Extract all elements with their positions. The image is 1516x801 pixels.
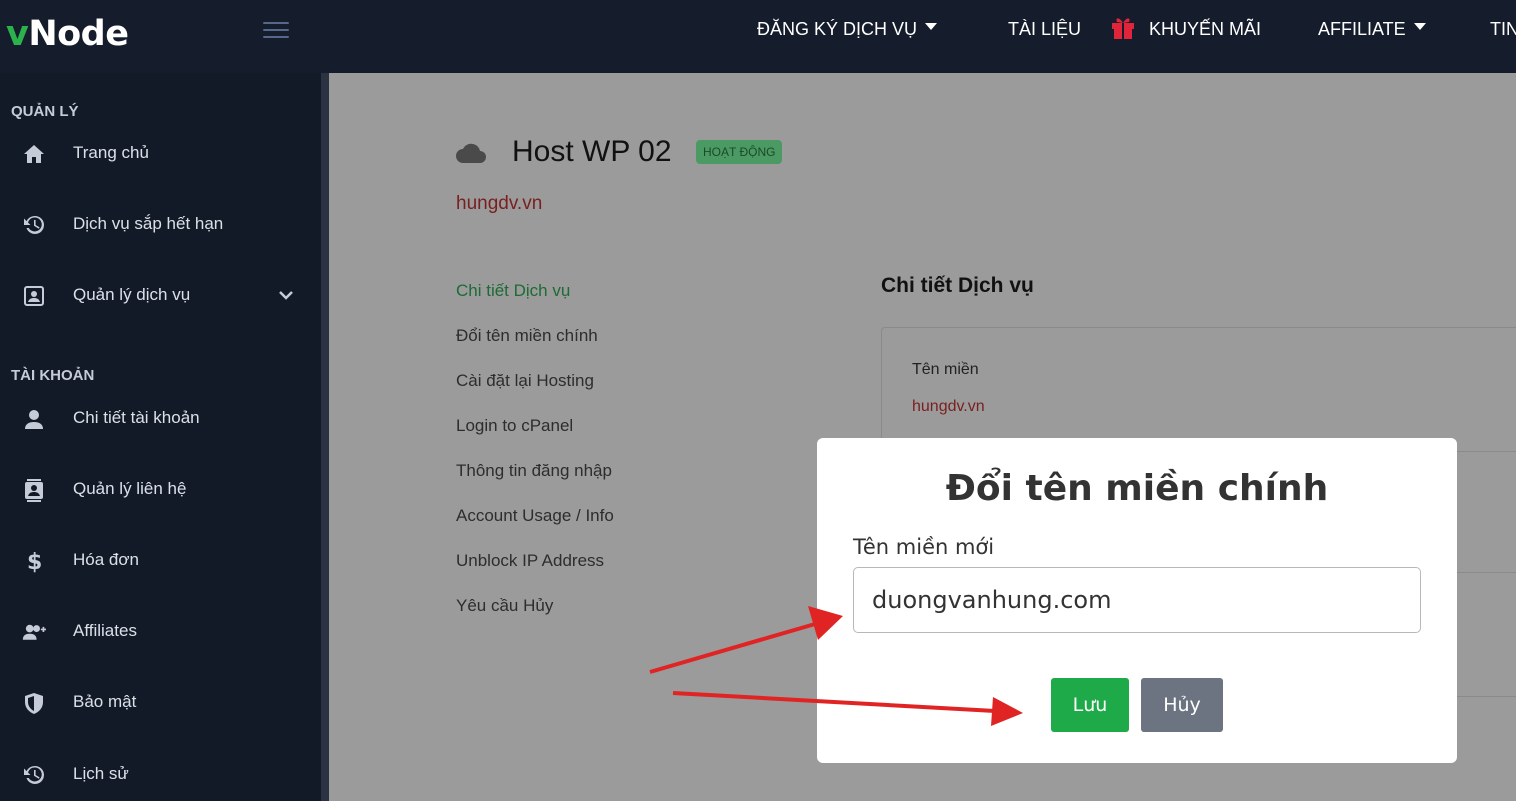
cancel-button[interactable]: Hủy	[1141, 678, 1223, 732]
sidebar-item-manage-services[interactable]: Quản lý dịch vụ	[0, 276, 321, 316]
chevron-down-icon	[279, 291, 293, 300]
service-title: Host WP 02	[512, 135, 672, 168]
nav-tai-lieu[interactable]: TÀI LIỆU	[1008, 19, 1081, 40]
status-badge: HOẠT ĐỘNG	[696, 140, 783, 164]
vnode-logo[interactable]: vNode	[6, 14, 129, 54]
new-domain-input[interactable]	[853, 567, 1421, 633]
nav-tin[interactable]: TIN	[1490, 19, 1516, 40]
top-navbar: vNode ĐĂNG KÝ DỊCH VỤ TÀI LIỆU KHUYẾN MÃ…	[0, 0, 1516, 73]
sidebar-item-contacts[interactable]: Quản lý liên hệ	[0, 470, 321, 510]
user-plus-icon	[22, 624, 46, 640]
contact-icon	[25, 479, 43, 502]
sidebar-item-home[interactable]: Trang chủ	[0, 134, 321, 174]
history-icon	[24, 215, 44, 234]
service-menu-change-domain[interactable]: Đổi tên miền chính	[456, 326, 598, 346]
cloud-icon	[456, 143, 486, 163]
gift-icon	[1112, 18, 1134, 39]
menu-toggle-icon[interactable]	[263, 22, 289, 40]
nav-affiliate[interactable]: AFFILIATE	[1318, 19, 1426, 40]
service-menu-cpanel-login[interactable]: Login to cPanel	[456, 416, 573, 436]
domain-field-label: Tên miền	[912, 361, 979, 378]
sidebar-item-affiliates[interactable]: Affiliates	[0, 612, 321, 652]
user-icon	[25, 410, 43, 429]
caret-down-icon	[1413, 23, 1426, 30]
sidebar-item-invoices[interactable]: $ Hóa đơn	[0, 541, 321, 581]
domain-field-value: hungdv.vn	[912, 398, 985, 415]
portrait-icon	[24, 286, 44, 306]
home-icon	[24, 145, 44, 163]
nav-khuyen-mai[interactable]: KHUYẾN MÃI	[1149, 19, 1261, 40]
sidebar-scrollbar[interactable]	[321, 73, 329, 801]
nav-dang-ky-dich-vu[interactable]: ĐĂNG KÝ DỊCH VỤ	[757, 19, 938, 40]
sidebar-item-history[interactable]: Lịch sử	[0, 755, 321, 795]
panel-title: Chi tiết Dịch vụ	[881, 274, 1034, 297]
service-domain-link[interactable]: hungdv.vn	[456, 193, 542, 215]
modal-title: Đổi tên miền chính	[945, 468, 1329, 509]
save-button[interactable]: Lưu	[1051, 678, 1129, 732]
change-domain-modal: Đổi tên miền chính Tên miền mới Lưu Hủy	[817, 438, 1457, 763]
service-menu-cancel-request[interactable]: Yêu cầu Hủy	[456, 596, 553, 616]
service-menu-usage[interactable]: Account Usage / Info	[456, 506, 614, 526]
section-title-account: TÀI KHOẢN	[11, 367, 95, 384]
svg-text:$: $	[27, 550, 42, 573]
service-menu-reinstall[interactable]: Cài đặt lại Hosting	[456, 371, 594, 391]
service-menu-unblock-ip[interactable]: Unblock IP Address	[456, 551, 604, 571]
service-menu-details[interactable]: Chi tiết Dịch vụ	[456, 281, 570, 301]
sidebar-item-security[interactable]: Bảo mật	[0, 683, 321, 723]
section-title-manage: QUẢN LÝ	[11, 103, 79, 120]
shield-icon	[25, 693, 43, 714]
service-menu-login-info[interactable]: Thông tin đăng nhập	[456, 461, 612, 481]
caret-down-icon	[925, 23, 938, 30]
new-domain-label: Tên miền mới	[853, 535, 995, 559]
dollar-icon: $	[27, 550, 42, 573]
history-icon	[24, 765, 44, 784]
sidebar-item-account-details[interactable]: Chi tiết tài khoản	[0, 399, 321, 439]
sidebar-item-expiring[interactable]: Dịch vụ sắp hết hạn	[0, 205, 321, 245]
